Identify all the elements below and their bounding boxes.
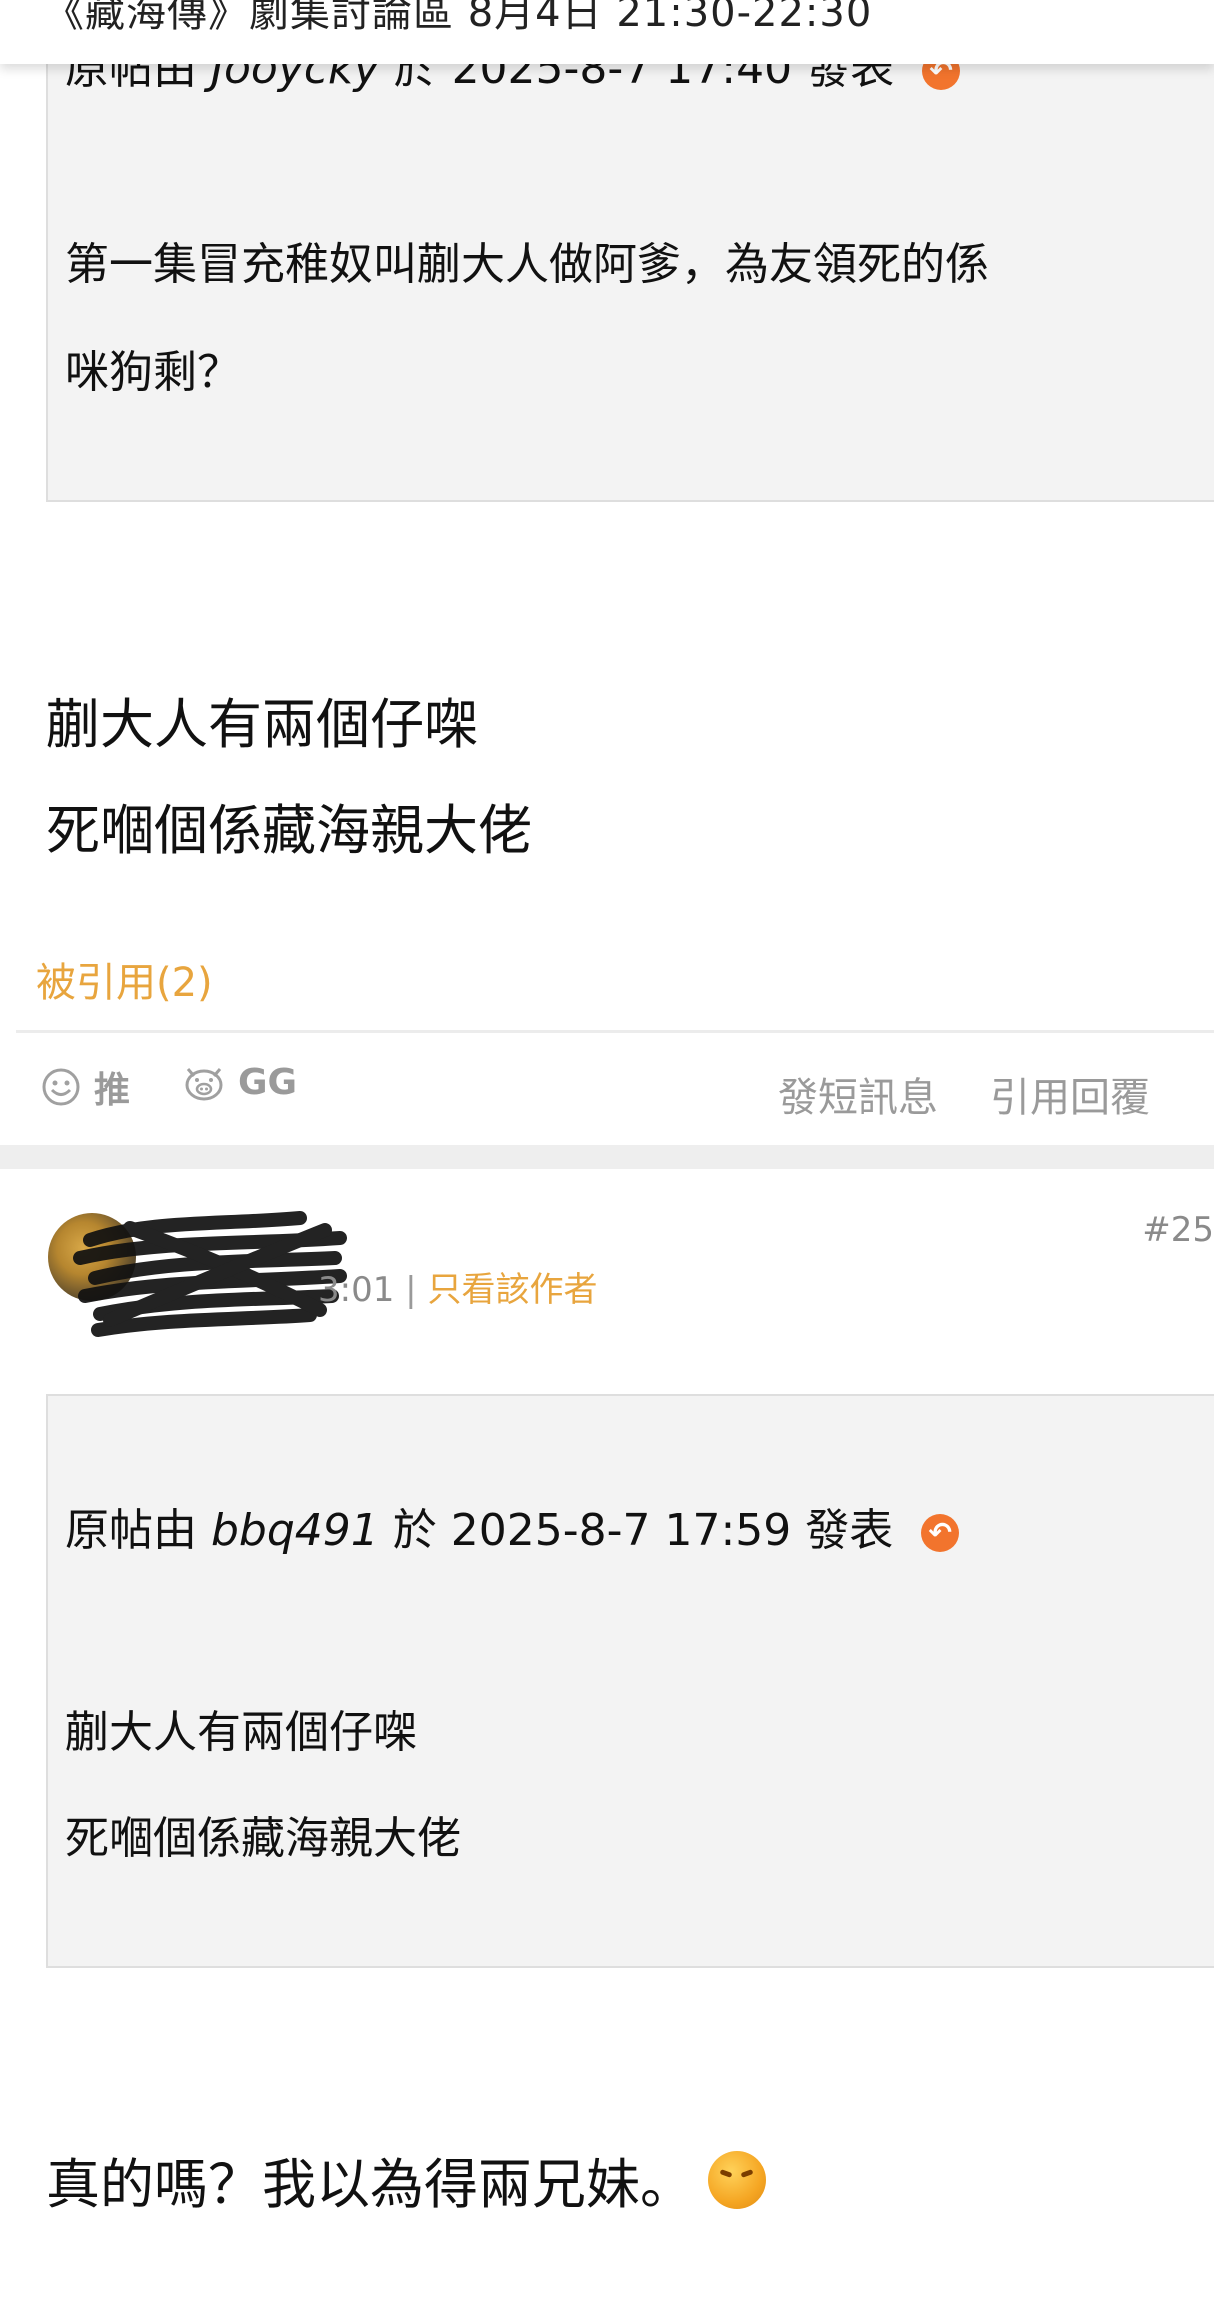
post-text-line: 死嗰個係藏海親大佬 — [46, 799, 532, 862]
quote-prefix: 原帖由 — [65, 1505, 197, 1556]
quote-text-line: 死嗰個係藏海親大佬 — [65, 1813, 461, 1864]
quote-header: 原帖由 bbq491 於 2025-8-7 17:59 發表 ↶ — [65, 1494, 960, 1558]
gg-button[interactable]: GG — [182, 1061, 297, 1103]
quoted-by-link[interactable]: 被引用(2) — [36, 950, 213, 1008]
post-action-bar: 推 GG 發短訊息 引用回覆 — [0, 1035, 1214, 1135]
quote-block: 原帖由 bbq491 於 2025-8-7 17:59 發表 ↶ 蒯大人有兩個仔… — [46, 1394, 1214, 1968]
divider — [16, 1030, 1214, 1033]
pig-icon — [185, 1068, 223, 1101]
post-text-line: 蒯大人有兩個仔㗎 — [46, 693, 478, 756]
only-author-link[interactable]: 只看該作者 — [427, 1270, 597, 1310]
redaction-scribble — [73, 1211, 347, 1337]
quote-block: 原帖由 Jooycky 於 2025-8-7 17:40 發表 ↶ 第一集冒充稚… — [46, 0, 1214, 502]
post-separator — [0, 1145, 1214, 1169]
quote-suffix: 發表 — [805, 1505, 894, 1556]
smile-icon — [42, 1068, 80, 1106]
thread-header: 《藏海傳》劇集討論區 8月4日 21:30-22:30 — [0, 0, 1214, 64]
quote-date: 於 2025-8-7 17:59 — [392, 1505, 792, 1556]
post-text: 真的嗎？我以為得兩兄妹。 — [46, 2153, 694, 2216]
post-time: 3:01 — [318, 1270, 395, 1310]
gg-label: GG — [238, 1061, 298, 1103]
quote-text-line: 咪狗剩？ — [65, 347, 241, 398]
push-label: 推 — [94, 1070, 131, 1111]
post-meta: 3:01 | 只看該作者 — [318, 1262, 597, 1311]
meta-separator: | — [405, 1270, 417, 1310]
quote-text-line: 第一集冒充稚奴叫蒯大人做阿爹，為友領死的係 — [65, 239, 989, 290]
send-message-button[interactable]: 發短訊息 — [778, 1065, 938, 1123]
quote-text-line: 蒯大人有兩個仔㗎 — [65, 1707, 417, 1758]
quote-reply-button[interactable]: 引用回覆 — [990, 1065, 1150, 1123]
return-icon[interactable]: ↶ — [921, 1514, 960, 1552]
post-number[interactable]: #25 — [1142, 1210, 1214, 1250]
emoji-face-icon — [708, 2151, 766, 2209]
post-text-line: 真的嗎？我以為得兩兄妹。 — [46, 2140, 766, 2219]
quote-author[interactable]: bbq491 — [211, 1505, 379, 1556]
push-button[interactable]: 推 — [40, 1061, 130, 1113]
thread-title: 《藏海傳》劇集討論區 8月4日 21:30-22:30 — [44, 0, 873, 36]
